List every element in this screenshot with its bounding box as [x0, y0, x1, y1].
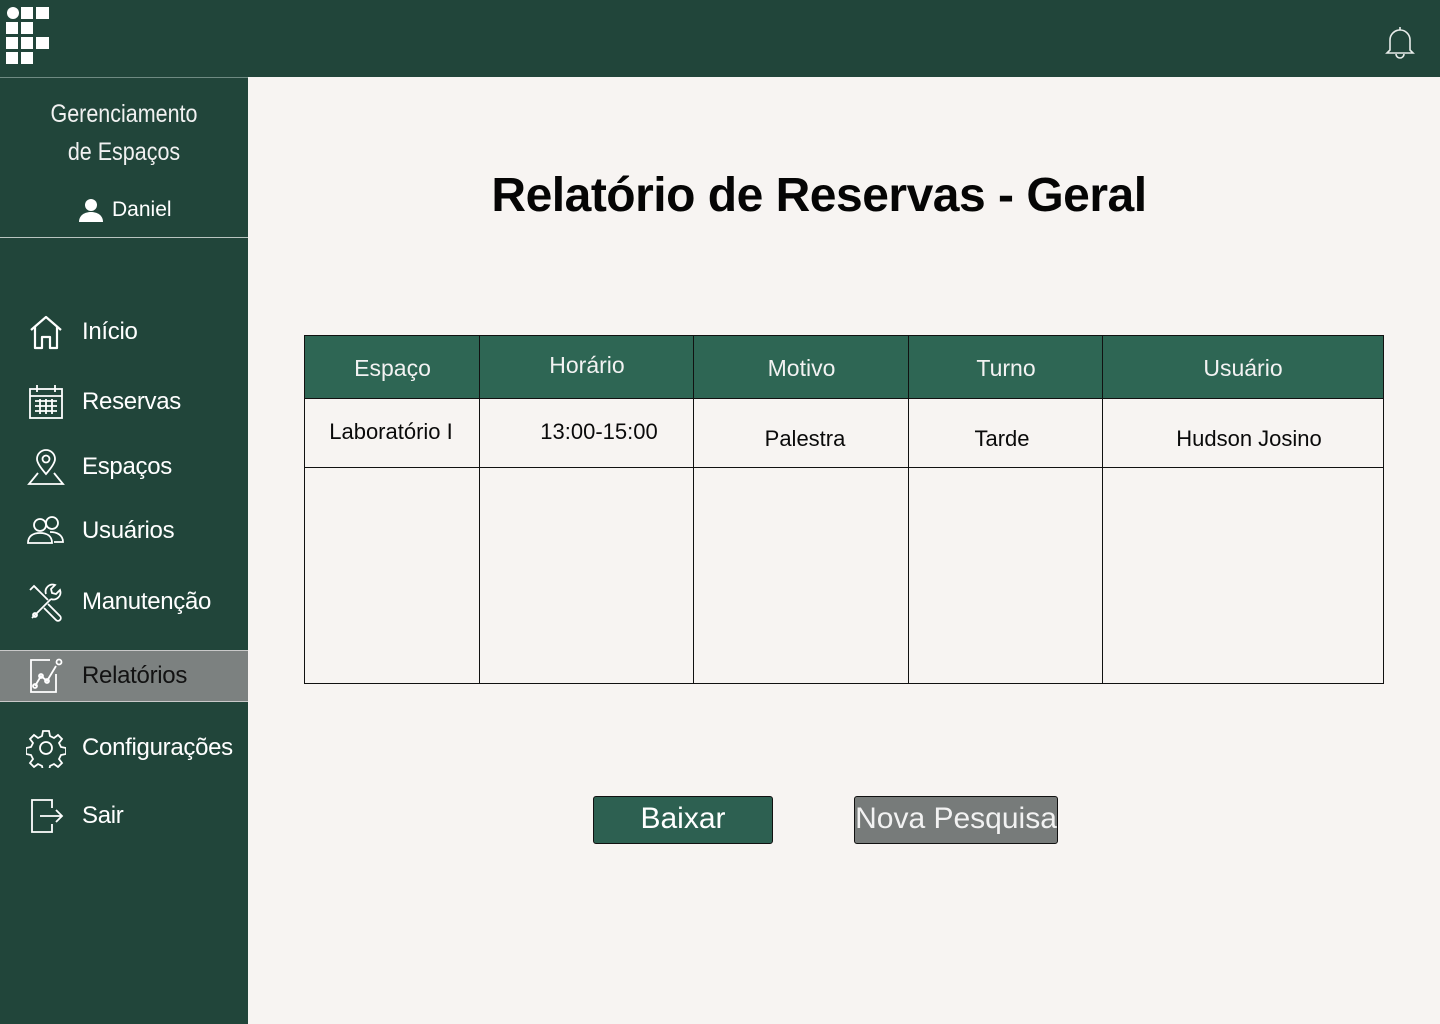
table-cell-espaco: Laboratório I [329, 419, 453, 444]
column-header-espaco[interactable]: Espaço [305, 336, 480, 398]
sidebar-item-label: Usuários [82, 517, 175, 544]
page-title: Relatório de Reservas - Geral [491, 169, 1147, 222]
divider [0, 237, 248, 238]
calendar-icon [29, 385, 63, 419]
column-divider [908, 336, 909, 683]
column-header-motivo[interactable]: Motivo [694, 336, 909, 398]
column-header-turno[interactable]: Turno [909, 336, 1103, 398]
sidebar-item-usuarios[interactable]: Usuários [0, 505, 248, 557]
tools-icon [29, 583, 62, 622]
home-icon [30, 315, 62, 350]
table-cell-motivo: Palestra [764, 426, 846, 451]
sidebar-item-reservas[interactable]: Reservas [0, 376, 248, 428]
users-icon [27, 516, 64, 544]
user-name: Daniel [112, 198, 172, 221]
column-divider [479, 336, 480, 683]
gear-icon [26, 730, 66, 768]
app-title: Gerenciamento de Espaços [17, 95, 230, 171]
sidebar-item-label: Manutenção [82, 588, 212, 615]
map-pin-icon [27, 449, 65, 485]
sidebar-item-label: Início [82, 318, 138, 345]
column-header-horario[interactable]: Horário [480, 336, 694, 398]
table-cell-usuario: Hudson Josino [1176, 426, 1322, 451]
sidebar-item-inicio[interactable]: Início [0, 306, 248, 358]
sidebar-item-espacos[interactable]: Espaços [0, 441, 248, 493]
sidebar-item-sair[interactable]: Sair [0, 790, 248, 842]
institution-logo-icon[interactable] [6, 7, 50, 65]
sidebar-item-label: Espaços [82, 453, 172, 480]
user-profile[interactable]: Daniel [78, 197, 172, 223]
bell-icon[interactable] [1382, 24, 1418, 60]
column-divider [1102, 336, 1103, 683]
sidebar: Gerenciamento de Espaços Daniel Início R… [0, 77, 248, 1024]
sidebar-item-relatorios[interactable]: Relatórios [0, 650, 248, 702]
sidebar-item-label: Reservas [82, 388, 181, 415]
column-divider [693, 336, 694, 683]
top-bar [0, 0, 1440, 77]
report-table: Espaço Horário Motivo Turno Usuário Labo… [304, 335, 1384, 684]
sidebar-item-label: Configurações [82, 734, 233, 761]
divider [0, 77, 248, 78]
app-title-line2: de Espaços [67, 138, 181, 166]
sidebar-item-label: Sair [82, 802, 124, 829]
logout-icon [31, 799, 64, 833]
column-header-usuario[interactable]: Usuário [1103, 336, 1383, 398]
sidebar-item-manutencao[interactable]: Manutenção [0, 576, 248, 628]
sidebar-item-label: Relatórios [82, 662, 188, 689]
download-button[interactable]: Baixar [593, 796, 773, 844]
table-cell-turno: Tarde [974, 426, 1030, 451]
user-icon [79, 199, 103, 222]
table-cell-horario: 13:00-15:00 [540, 419, 658, 444]
sidebar-item-configuracoes[interactable]: Configurações [0, 722, 248, 774]
new-search-button[interactable]: Nova Pesquisa [854, 796, 1058, 844]
app-title-line1: Gerenciamento [50, 100, 198, 128]
report-chart-icon [30, 658, 63, 693]
row-divider [305, 467, 1383, 468]
table-header: Espaço Horário Motivo Turno Usuário [305, 336, 1383, 399]
